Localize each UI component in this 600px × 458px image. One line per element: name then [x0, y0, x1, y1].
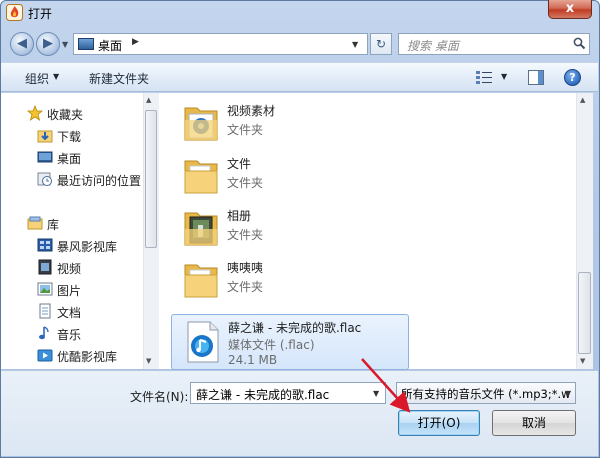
folder-icon [184, 160, 218, 194]
back-button[interactable]: ◀ [10, 32, 34, 56]
scroll-down-icon[interactable]: ▼ [146, 357, 151, 365]
recent-pages-dropdown-icon[interactable]: ▼ [62, 40, 68, 49]
filename-label: 文件名(N): [130, 390, 189, 404]
music-icon [39, 326, 49, 340]
scroll-up-icon[interactable]: ▲ [580, 96, 585, 104]
flac-audio-file-icon [187, 321, 219, 363]
sidebar-item-label: 视频 [57, 262, 82, 276]
sidebar-item-desktop[interactable]: 桌面 [1, 147, 141, 167]
list-item[interactable]: 视频素材 文件夹 [171, 96, 421, 148]
folder-icon [184, 264, 218, 298]
title-bar[interactable]: 打开 [0, 0, 598, 26]
file-name: 视频素材 [227, 104, 276, 118]
cancel-button[interactable]: 取消 [492, 410, 576, 436]
sidebar-item-label: 收藏夹 [47, 108, 84, 122]
sidebar-item-documents[interactable]: 文档 [1, 301, 141, 321]
view-dropdown-icon[interactable]: ▼ [501, 72, 507, 81]
list-item[interactable]: 文件 文件夹 [171, 149, 421, 201]
command-bar: 组织 ▼ 新建文件夹 ▼ ? [1, 62, 598, 92]
video-icon [38, 259, 52, 275]
file-size: 24.1 MB [228, 353, 278, 367]
scroll-up-icon[interactable]: ▲ [146, 96, 151, 104]
sidebar-item-favorites[interactable]: 收藏夹 [1, 103, 141, 123]
preview-pane-icon[interactable] [528, 70, 544, 85]
close-icon: x [565, 1, 575, 16]
nav-scrollbar-thumb[interactable] [145, 110, 157, 248]
refresh-button[interactable]: ↻ [370, 33, 392, 55]
youku-library-icon [37, 349, 53, 362]
filename-value: 薛之谦 - 未完成的歌.flac [196, 388, 330, 402]
list-item[interactable]: 相册 文件夹 [171, 201, 421, 253]
window-title: 打开 [28, 7, 53, 21]
open-button[interactable]: 打开(O) [398, 410, 480, 436]
search-input[interactable]: 搜索 桌面 [398, 33, 590, 55]
scroll-down-icon[interactable]: ▼ [580, 357, 585, 365]
sidebar-item-label: 库 [47, 218, 60, 232]
photo-folder-icon [184, 212, 218, 246]
list-item-selected[interactable]: 薛之谦 - 未完成的歌.flac 媒体文件 (.flac) 24.1 MB [171, 314, 409, 370]
sidebar-item-label: 暴风影视库 [57, 240, 118, 254]
sidebar-item-music[interactable]: 音乐 [1, 323, 141, 343]
navigation-pane: 收藏夹 下载 桌面 最近访问的位置 库 暴风影视库 视频 图片 文档 音乐 优酷… [1, 93, 158, 369]
forward-button[interactable]: ▶ [36, 32, 60, 56]
file-type-value: 所有支持的音乐文件 (*.mp3;*.w [401, 387, 571, 401]
file-type: 文件夹 [227, 123, 264, 137]
media-folder-icon [184, 107, 218, 141]
file-list: 视频素材 文件夹 文件 文件夹 相册 文件夹 咦咦咦 文件夹 薛之谦 - 未完成… [159, 93, 583, 370]
sidebar-item-libraries[interactable]: 库 [1, 213, 141, 233]
sidebar-item-label: 优酷影视库 [57, 350, 118, 364]
change-view-icon[interactable] [475, 70, 493, 85]
list-item[interactable]: 咦咦咦 文件夹 [171, 253, 421, 305]
file-name: 文件 [227, 157, 252, 171]
organize-menu[interactable]: 组织 [25, 70, 49, 87]
desktop-icon [37, 151, 53, 163]
app-flame-icon [6, 4, 23, 21]
sidebar-item-label: 下载 [57, 130, 82, 144]
sidebar-item-label: 最近访问的位置 [57, 174, 142, 188]
sidebar-item-youku-library[interactable]: 优酷影视库 [1, 345, 141, 365]
breadcrumb-chevron-icon[interactable]: ▶ [132, 37, 139, 47]
chevron-down-icon[interactable]: ▼ [53, 72, 59, 81]
refresh-icon: ↻ [375, 37, 387, 51]
file-type-dropdown-icon[interactable]: ▼ [565, 389, 571, 398]
address-bar[interactable]: 桌面 ▶ [73, 33, 368, 55]
sidebar-item-downloads[interactable]: 下载 [1, 125, 141, 145]
sidebar-item-pictures[interactable]: 图片 [1, 279, 141, 299]
picture-icon [37, 282, 53, 296]
file-type: 文件夹 [227, 280, 264, 294]
sidebar-item-videos[interactable]: 视频 [1, 257, 141, 277]
file-scrollbar-thumb[interactable] [578, 272, 591, 354]
address-dropdown-icon[interactable]: ▼ [352, 40, 358, 49]
sidebar-item-baofeng-library[interactable]: 暴风影视库 [1, 235, 141, 255]
sidebar-item-label: 音乐 [57, 328, 82, 342]
address-location[interactable]: 桌面 [98, 37, 122, 54]
file-type: 媒体文件 (.flac) [228, 338, 315, 352]
sidebar-item-recent[interactable]: 最近访问的位置 [1, 169, 141, 189]
search-icon[interactable] [573, 37, 586, 50]
file-type: 文件夹 [227, 176, 264, 190]
file-name: 相册 [227, 209, 252, 223]
file-type-select[interactable]: 所有支持的音乐文件 (*.mp3;*.w [396, 382, 576, 404]
close-button[interactable]: x [548, 0, 592, 19]
download-folder-icon [37, 130, 53, 143]
sidebar-item-label: 文档 [57, 306, 82, 320]
file-name: 咦咦咦 [227, 261, 264, 275]
sidebar-item-label: 桌面 [57, 152, 82, 166]
document-icon [39, 303, 51, 319]
star-icon [27, 105, 43, 121]
file-type: 文件夹 [227, 228, 264, 242]
recent-places-icon [37, 172, 52, 186]
filename-input[interactable]: 薛之谦 - 未完成的歌.flac [190, 382, 386, 404]
desktop-icon [78, 38, 94, 50]
help-icon[interactable]: ? [564, 69, 581, 86]
filename-dropdown-icon[interactable]: ▼ [373, 389, 379, 398]
new-folder-button[interactable]: 新建文件夹 [89, 70, 149, 87]
video-library-icon [37, 238, 53, 252]
search-placeholder: 搜索 桌面 [407, 39, 459, 53]
file-name: 薛之谦 - 未完成的歌.flac [228, 321, 362, 335]
sidebar-item-label: 图片 [57, 284, 82, 298]
library-icon [27, 216, 43, 230]
arrow-left-icon: ◀ [17, 36, 27, 51]
arrow-right-icon: ▶ [43, 36, 53, 51]
